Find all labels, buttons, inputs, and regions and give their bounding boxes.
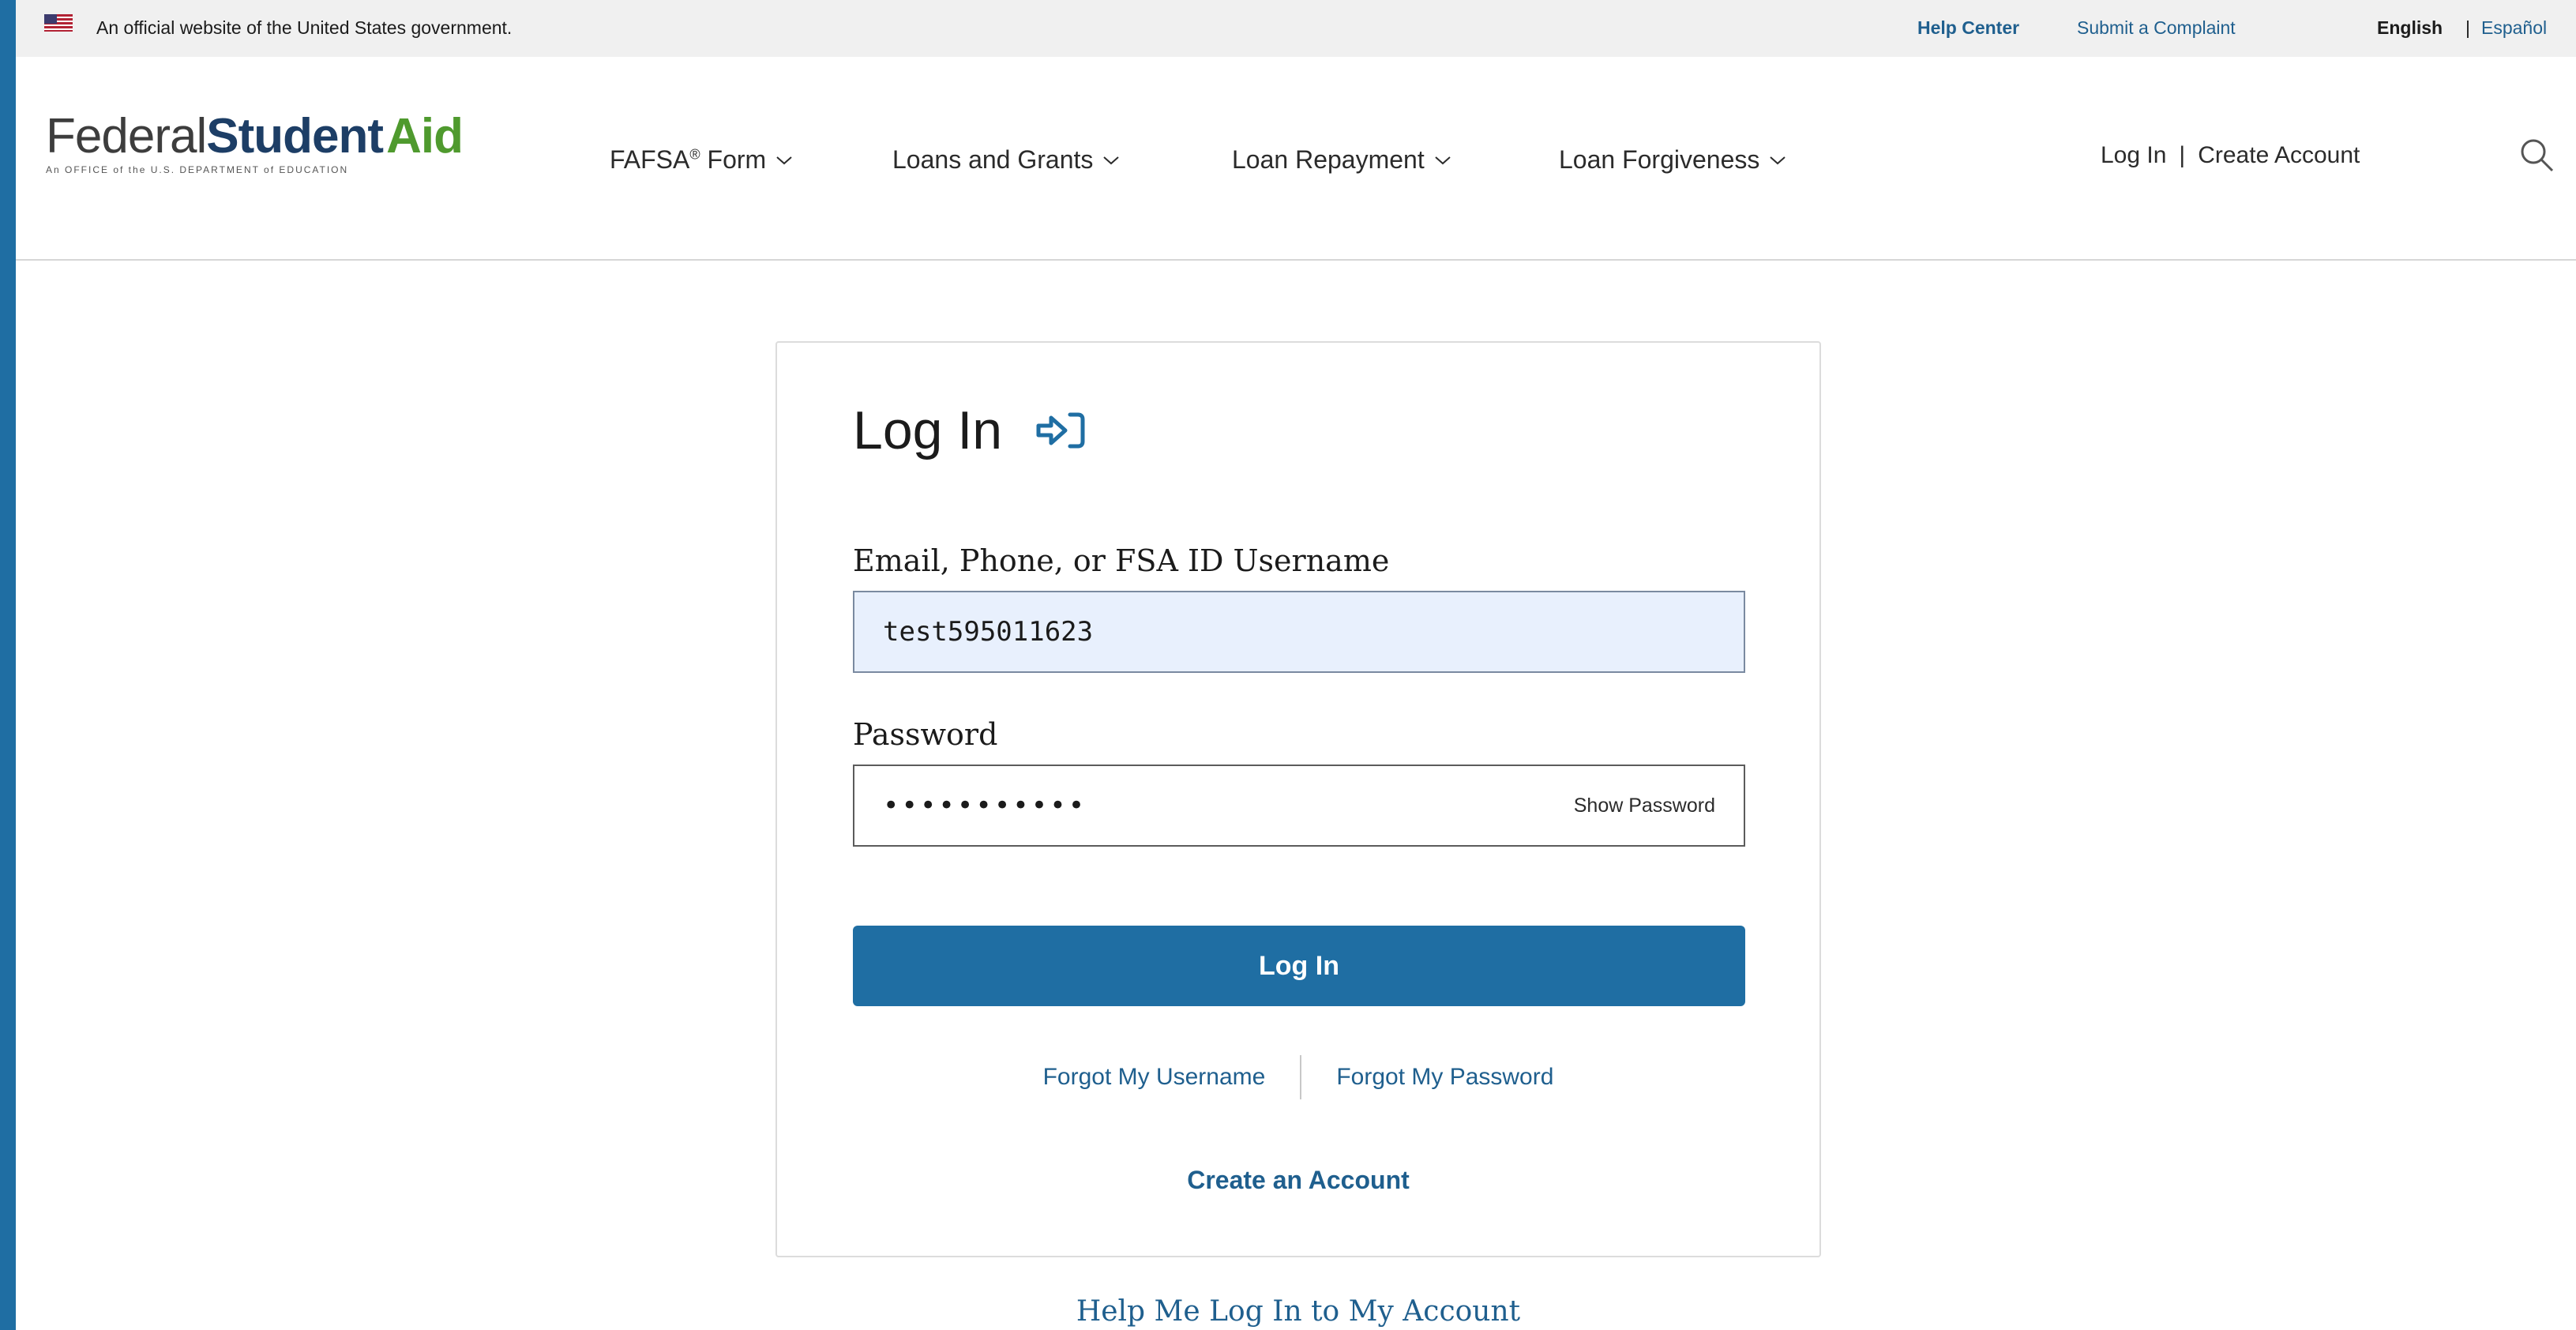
lang-separator: | — [2465, 17, 2470, 38]
forgot-divider — [1300, 1055, 1302, 1099]
nav-fafsa-form[interactable]: FAFSA® Form — [610, 145, 793, 175]
header-create-account-link[interactable]: Create Account — [2198, 142, 2360, 168]
help-center-link[interactable]: Help Center — [1917, 17, 2019, 39]
chevron-down-icon — [1770, 156, 1786, 164]
lang-spanish-link[interactable]: Español — [2481, 17, 2547, 39]
login-submit-button[interactable]: Log In — [853, 926, 1745, 1006]
logo-federal: Federal — [46, 109, 207, 163]
nav-loan-repayment[interactable]: Loan Repayment — [1232, 145, 1451, 175]
login-card: Log In Email, Phone, or FSA ID Username … — [775, 341, 1821, 1257]
help-login-link[interactable]: Help Me Log In to My Account — [775, 1295, 1821, 1328]
account-links: Log In | Create Account — [2101, 142, 2360, 169]
site-header: FederalStudent Aid An OFFICE of the U.S.… — [16, 57, 2576, 261]
login-title-text: Log In — [853, 400, 1003, 460]
nav-fafsa-suffix: Form — [707, 145, 767, 174]
registered-mark: ® — [689, 146, 700, 163]
create-account-link[interactable]: Create an Account — [777, 1166, 1819, 1195]
browser-page: An official website of the United States… — [16, 0, 2576, 1330]
username-input[interactable]: test595011623 — [853, 591, 1745, 673]
chevron-down-icon — [1435, 156, 1451, 164]
password-value: ••••••••••• — [883, 790, 1087, 821]
chevron-down-icon — [1103, 156, 1120, 164]
submit-complaint-link[interactable]: Submit a Complaint — [2077, 17, 2236, 39]
nav-forgiveness-label: Loan Forgiveness — [1559, 145, 1760, 174]
nav-fafsa-label: FAFSA — [610, 145, 690, 174]
account-separator: | — [2179, 142, 2186, 168]
nav-repayment-label: Loan Repayment — [1232, 145, 1425, 174]
password-input[interactable]: ••••••••••• Show Password — [853, 765, 1745, 847]
search-icon[interactable] — [2518, 136, 2555, 174]
nav-loan-forgiveness[interactable]: Loan Forgiveness — [1559, 145, 1786, 175]
chevron-down-icon — [776, 156, 792, 164]
lang-english[interactable]: English — [2377, 17, 2443, 39]
password-label: Password — [853, 717, 998, 752]
login-arrow-icon — [1036, 412, 1085, 449]
show-password-button[interactable]: Show Password — [1574, 795, 1715, 817]
header-login-link[interactable]: Log In — [2101, 142, 2166, 168]
logo-aid: Aid — [386, 109, 464, 163]
nav-fafsa-text: FAFSA® Form — [610, 145, 766, 175]
username-value: test595011623 — [883, 616, 1094, 648]
logo-subtitle: An OFFICE of the U.S. DEPARTMENT of EDUC… — [46, 164, 349, 175]
fsa-logo[interactable]: FederalStudent Aid An OFFICE of the U.S.… — [46, 109, 464, 176]
nav-loans-and-grants[interactable]: Loans and Grants — [892, 145, 1120, 175]
nav-loans-label: Loans and Grants — [892, 145, 1094, 174]
forgot-links: Forgot My Username Forgot My Password — [777, 1055, 1819, 1099]
gov-banner: An official website of the United States… — [16, 0, 2576, 57]
forgot-password-link[interactable]: Forgot My Password — [1336, 1064, 1553, 1091]
gov-banner-text: An official website of the United States… — [96, 17, 513, 38]
login-title: Log In — [853, 400, 1087, 461]
us-flag-icon — [44, 14, 73, 32]
logo-student: Student — [206, 109, 384, 163]
username-label: Email, Phone, or FSA ID Username — [853, 543, 1390, 578]
logo-wordmark: FederalStudent Aid — [46, 109, 464, 163]
forgot-username-link[interactable]: Forgot My Username — [1043, 1064, 1266, 1091]
